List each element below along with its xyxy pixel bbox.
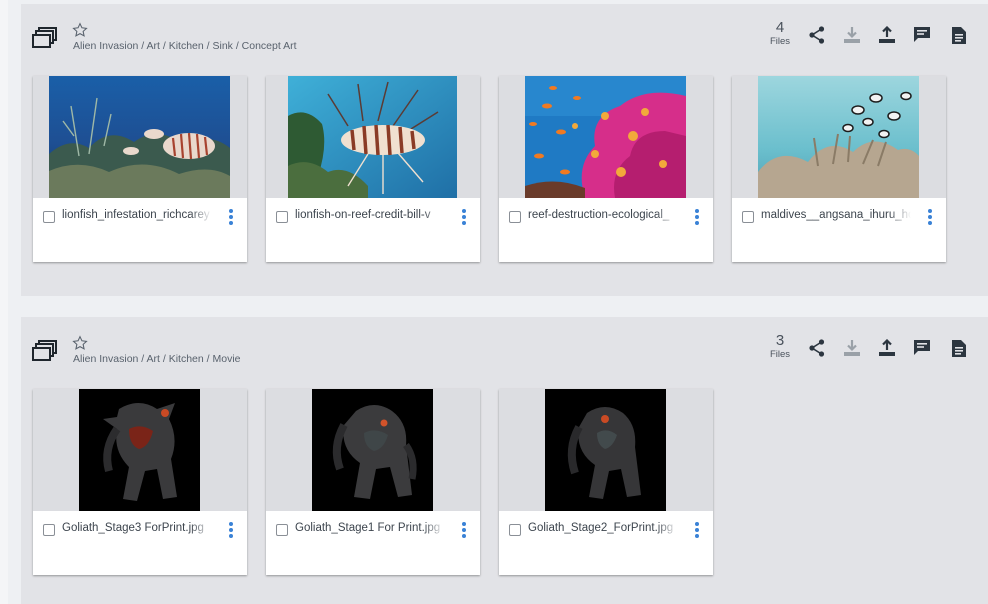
file-name[interactable]: Goliath_Stage1 For Print.jpg <box>295 522 445 534</box>
file-card[interactable]: Goliath_Stage2_ForPrint.jpg <box>499 389 713 575</box>
file-card[interactable]: Goliath_Stage3 ForPrint.jpg <box>33 389 247 575</box>
thumbnail-area[interactable] <box>266 389 480 511</box>
file-checkbox[interactable] <box>509 211 521 223</box>
kebab-menu-icon[interactable] <box>695 522 699 538</box>
goliath-monster-thumbnail[interactable] <box>312 389 433 511</box>
comment-icon[interactable] <box>911 24 933 46</box>
breadcrumb[interactable]: Alien Invasion / Art / Kitchen / Movie <box>73 353 241 365</box>
file-name[interactable]: reef-destruction-ecological_ <box>528 209 678 221</box>
comment-icon[interactable] <box>911 337 933 359</box>
upload-icon[interactable] <box>876 337 898 359</box>
document-icon[interactable] <box>948 337 970 359</box>
stack-icon[interactable] <box>32 339 58 363</box>
share-icon[interactable] <box>806 337 828 359</box>
kebab-menu-icon[interactable] <box>462 209 466 225</box>
stack-icon[interactable] <box>32 26 58 50</box>
thumbnail-area[interactable] <box>33 76 247 198</box>
thumbnail-area[interactable] <box>499 389 713 511</box>
star-icon[interactable] <box>72 335 88 351</box>
download-icon[interactable] <box>841 337 863 359</box>
file-name[interactable]: maldives__angsana_ihuru_ho <box>761 209 911 221</box>
kebab-menu-icon[interactable] <box>229 522 233 538</box>
file-name[interactable]: Goliath_Stage3 ForPrint.jpg <box>62 522 212 534</box>
file-checkbox[interactable] <box>276 211 288 223</box>
file-card[interactable]: reef-destruction-ecological_ <box>499 76 713 262</box>
file-name[interactable]: lionfish-on-reef-credit-bill-v <box>295 209 445 221</box>
file-count: 4 Files <box>765 20 795 48</box>
thumbnail-area[interactable] <box>732 76 946 198</box>
file-card[interactable]: Goliath_Stage1 For Print.jpg <box>266 389 480 575</box>
document-icon[interactable] <box>948 24 970 46</box>
left-rail <box>0 0 8 604</box>
download-icon[interactable] <box>841 24 863 46</box>
maldives-coral-thumbnail[interactable] <box>758 76 919 198</box>
file-name[interactable]: lionfish_infestation_richcarey <box>62 209 212 221</box>
file-name[interactable]: Goliath_Stage2_ForPrint.jpg <box>528 522 678 534</box>
coral-fish-thumbnail[interactable] <box>525 76 686 198</box>
goliath-monster-thumbnail[interactable] <box>545 389 666 511</box>
upload-icon[interactable] <box>876 24 898 46</box>
file-count-number: 3 <box>775 332 785 349</box>
folder-group: Alien Invasion / Art / Kitchen / Sink / … <box>21 4 988 296</box>
kebab-menu-icon[interactable] <box>928 209 932 225</box>
lionfish-closeup-thumbnail[interactable] <box>288 76 457 198</box>
goliath-monster-thumbnail[interactable] <box>79 389 200 511</box>
share-icon[interactable] <box>806 24 828 46</box>
file-card[interactable]: lionfish-on-reef-credit-bill-v <box>266 76 480 262</box>
file-card[interactable]: lionfish_infestation_richcarey <box>33 76 247 262</box>
file-checkbox[interactable] <box>276 524 288 536</box>
thumbnail-area[interactable] <box>266 76 480 198</box>
file-checkbox[interactable] <box>43 524 55 536</box>
kebab-menu-icon[interactable] <box>229 209 233 225</box>
breadcrumb[interactable]: Alien Invasion / Art / Kitchen / Sink / … <box>73 40 297 52</box>
file-checkbox[interactable] <box>509 524 521 536</box>
file-count-label: Files <box>769 36 791 47</box>
file-count-number: 4 <box>775 19 785 36</box>
reef-lionfish-thumbnail[interactable] <box>49 76 230 198</box>
star-icon[interactable] <box>72 22 88 38</box>
folder-group: Alien Invasion / Art / Kitchen / Movie 3… <box>21 317 988 604</box>
thumbnail-area[interactable] <box>499 76 713 198</box>
file-checkbox[interactable] <box>742 211 754 223</box>
file-checkbox[interactable] <box>43 211 55 223</box>
file-card[interactable]: maldives__angsana_ihuru_ho <box>732 76 946 262</box>
kebab-menu-icon[interactable] <box>462 522 466 538</box>
thumbnail-area[interactable] <box>33 389 247 511</box>
kebab-menu-icon[interactable] <box>695 209 699 225</box>
file-count: 3 Files <box>765 333 795 361</box>
file-count-label: Files <box>769 349 791 360</box>
